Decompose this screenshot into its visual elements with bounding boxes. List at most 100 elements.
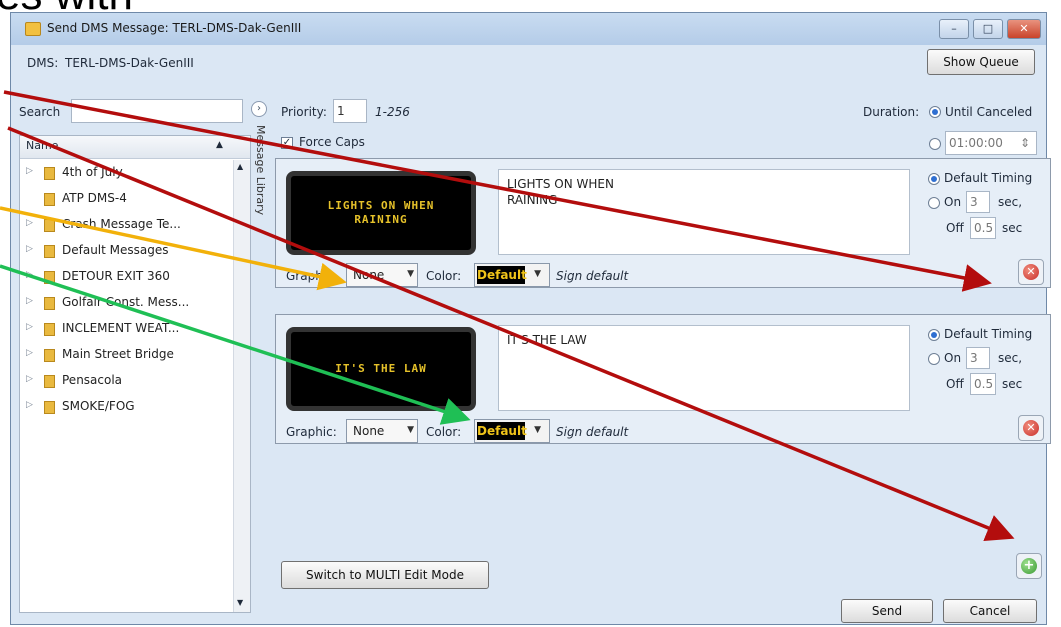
tree-scrollbar[interactable]: ▲ ▼ [233, 160, 250, 612]
folder-label: Pensacola [62, 373, 123, 387]
color-label: Color: [426, 269, 462, 283]
library-folder-item[interactable]: ▷ Golfair Const. Mess... [20, 290, 230, 316]
delete-icon: ✕ [1023, 264, 1039, 280]
led-preview-text: IT'S THE LAW [335, 362, 427, 375]
graphic-select-value: None [353, 424, 385, 438]
library-folder-item[interactable]: ▷ Crash Message Te... [20, 212, 230, 238]
chevron-down-icon: ▼ [534, 269, 541, 279]
window-title: Send DMS Message: TERL-DMS-Dak-GenIII [47, 21, 302, 35]
graphic-select[interactable]: None ▼ [346, 419, 418, 443]
sign-default-label: Sign default [556, 425, 629, 439]
default-timing-label: Default Timing [944, 171, 1033, 185]
delete-page-button[interactable]: ✕ [1018, 259, 1044, 285]
show-queue-button[interactable]: Show Queue [927, 49, 1035, 75]
expand-arrow-icon[interactable]: ▷ [26, 166, 33, 176]
library-folder-item[interactable]: ▷ DETOUR EXIT 360 [20, 264, 230, 290]
folder-icon [44, 219, 55, 232]
chevron-down-icon: ▼ [534, 425, 541, 435]
scroll-up-icon[interactable]: ▲ [237, 162, 243, 171]
folder-label: DETOUR EXIT 360 [62, 269, 170, 283]
sort-ascending-icon: ▲ [216, 140, 223, 150]
off-time-input[interactable]: 0.5 [970, 217, 996, 239]
duration-time-value: 01:00:00 [949, 136, 1003, 150]
force-caps-label: Force Caps [299, 135, 365, 149]
expand-arrow-icon[interactable]: ▷ [26, 322, 33, 332]
delete-page-button[interactable]: ✕ [1018, 415, 1044, 441]
library-folder-item[interactable]: ▷ INCLEMENT WEAT... [20, 316, 230, 342]
expand-arrow-icon[interactable]: ▷ [26, 400, 33, 410]
send-dms-dialog: Send DMS Message: TERL-DMS-Dak-GenIII – … [10, 12, 1051, 625]
folder-icon [44, 167, 55, 180]
folder-icon [44, 349, 55, 362]
timed-duration-radio[interactable] [929, 138, 941, 150]
off-unit-label: sec [1002, 377, 1023, 391]
cancel-button[interactable]: Cancel [943, 599, 1037, 623]
title-bar: Send DMS Message: TERL-DMS-Dak-GenIII – … [11, 13, 1046, 45]
search-input[interactable] [71, 99, 243, 123]
maximize-button[interactable]: □ [973, 19, 1003, 39]
expand-arrow-icon[interactable]: ▷ [26, 348, 33, 358]
multi-edit-mode-button[interactable]: Switch to MULTI Edit Mode [281, 561, 489, 589]
off-label: Off [946, 377, 964, 391]
add-icon: + [1021, 558, 1037, 574]
expand-arrow-icon[interactable]: ▷ [26, 218, 33, 228]
library-folder-item[interactable]: ▷ Pensacola [20, 368, 230, 394]
folder-icon [44, 271, 55, 284]
message-library-tab[interactable]: Message Library [253, 125, 267, 255]
force-caps-checkbox[interactable]: ✓ [281, 137, 293, 149]
color-select[interactable]: Default ▼ [474, 263, 550, 287]
graphic-select[interactable]: None ▼ [346, 263, 418, 287]
library-folder-item[interactable]: ATP DMS-4 [20, 186, 230, 212]
library-folder-item[interactable]: ▷ Default Messages [20, 238, 230, 264]
dms-value: TERL-DMS-Dak-GenIII [65, 56, 194, 70]
folder-icon [25, 22, 41, 36]
duration-label: Duration: [863, 105, 920, 119]
expand-arrow-icon[interactable]: ▷ [26, 374, 33, 384]
color-select[interactable]: Default ▼ [474, 419, 550, 443]
folder-label: Default Messages [62, 243, 169, 257]
expand-arrow-icon[interactable]: ▷ [26, 296, 33, 306]
on-unit-label: sec, [998, 195, 1023, 209]
scroll-down-icon[interactable]: ▼ [237, 598, 243, 607]
message-page-2: IT'S THE LAW IT'S THE LAW Default Timing… [275, 314, 1051, 444]
priority-label: Priority: [281, 105, 327, 119]
folder-label: Main Street Bridge [62, 347, 174, 361]
folder-label: Golfair Const. Mess... [62, 295, 190, 309]
default-timing-radio[interactable] [928, 173, 940, 185]
message-text-area[interactable]: IT'S THE LAW [498, 325, 910, 411]
on-time-input[interactable]: 3 [966, 191, 990, 213]
close-window-button[interactable]: ✕ [1007, 19, 1041, 39]
on-label: On [944, 351, 962, 365]
off-label: Off [946, 221, 964, 235]
search-label: Search [19, 105, 61, 119]
folder-icon [44, 375, 55, 388]
library-folder-item[interactable]: ▷ Main Street Bridge [20, 342, 230, 368]
on-time-input[interactable]: 3 [966, 347, 990, 369]
default-timing-radio[interactable] [928, 329, 940, 341]
folder-label: Crash Message Te... [62, 217, 181, 231]
folder-icon [44, 193, 55, 206]
duration-time-input[interactable]: 01:00:00 ⇕ [945, 131, 1037, 155]
minimize-button[interactable]: – [939, 19, 969, 39]
add-page-button[interactable]: + [1016, 553, 1042, 579]
expand-arrow-icon[interactable]: ▷ [26, 270, 33, 280]
priority-input[interactable]: 1 [333, 99, 367, 123]
send-button[interactable]: Send [841, 599, 933, 623]
priority-range: 1-256 [375, 105, 410, 119]
expand-library-icon[interactable]: › [251, 101, 267, 117]
library-folder-item[interactable]: ▷ SMOKE/FOG [20, 394, 230, 420]
expand-arrow-icon[interactable]: ▷ [26, 244, 33, 254]
on-unit-label: sec, [998, 351, 1023, 365]
off-time-input[interactable]: 0.5 [970, 373, 996, 395]
graphic-label: Graphic: [286, 269, 337, 283]
message-text-area[interactable]: LIGHTS ON WHEN RAINING [498, 169, 910, 255]
library-folder-item[interactable]: ▷ 4th of July [20, 160, 230, 186]
until-canceled-radio[interactable] [929, 106, 941, 118]
led-preview: LIGHTS ON WHEN RAINING [286, 171, 476, 255]
spinner-icon[interactable]: ⇕ [1020, 132, 1030, 154]
led-preview: IT'S THE LAW [286, 327, 476, 411]
tree-column-header[interactable]: Name ▲ [20, 136, 250, 159]
custom-timing-radio[interactable] [928, 353, 940, 365]
custom-timing-radio[interactable] [928, 197, 940, 209]
folder-label: SMOKE/FOG [62, 399, 135, 413]
